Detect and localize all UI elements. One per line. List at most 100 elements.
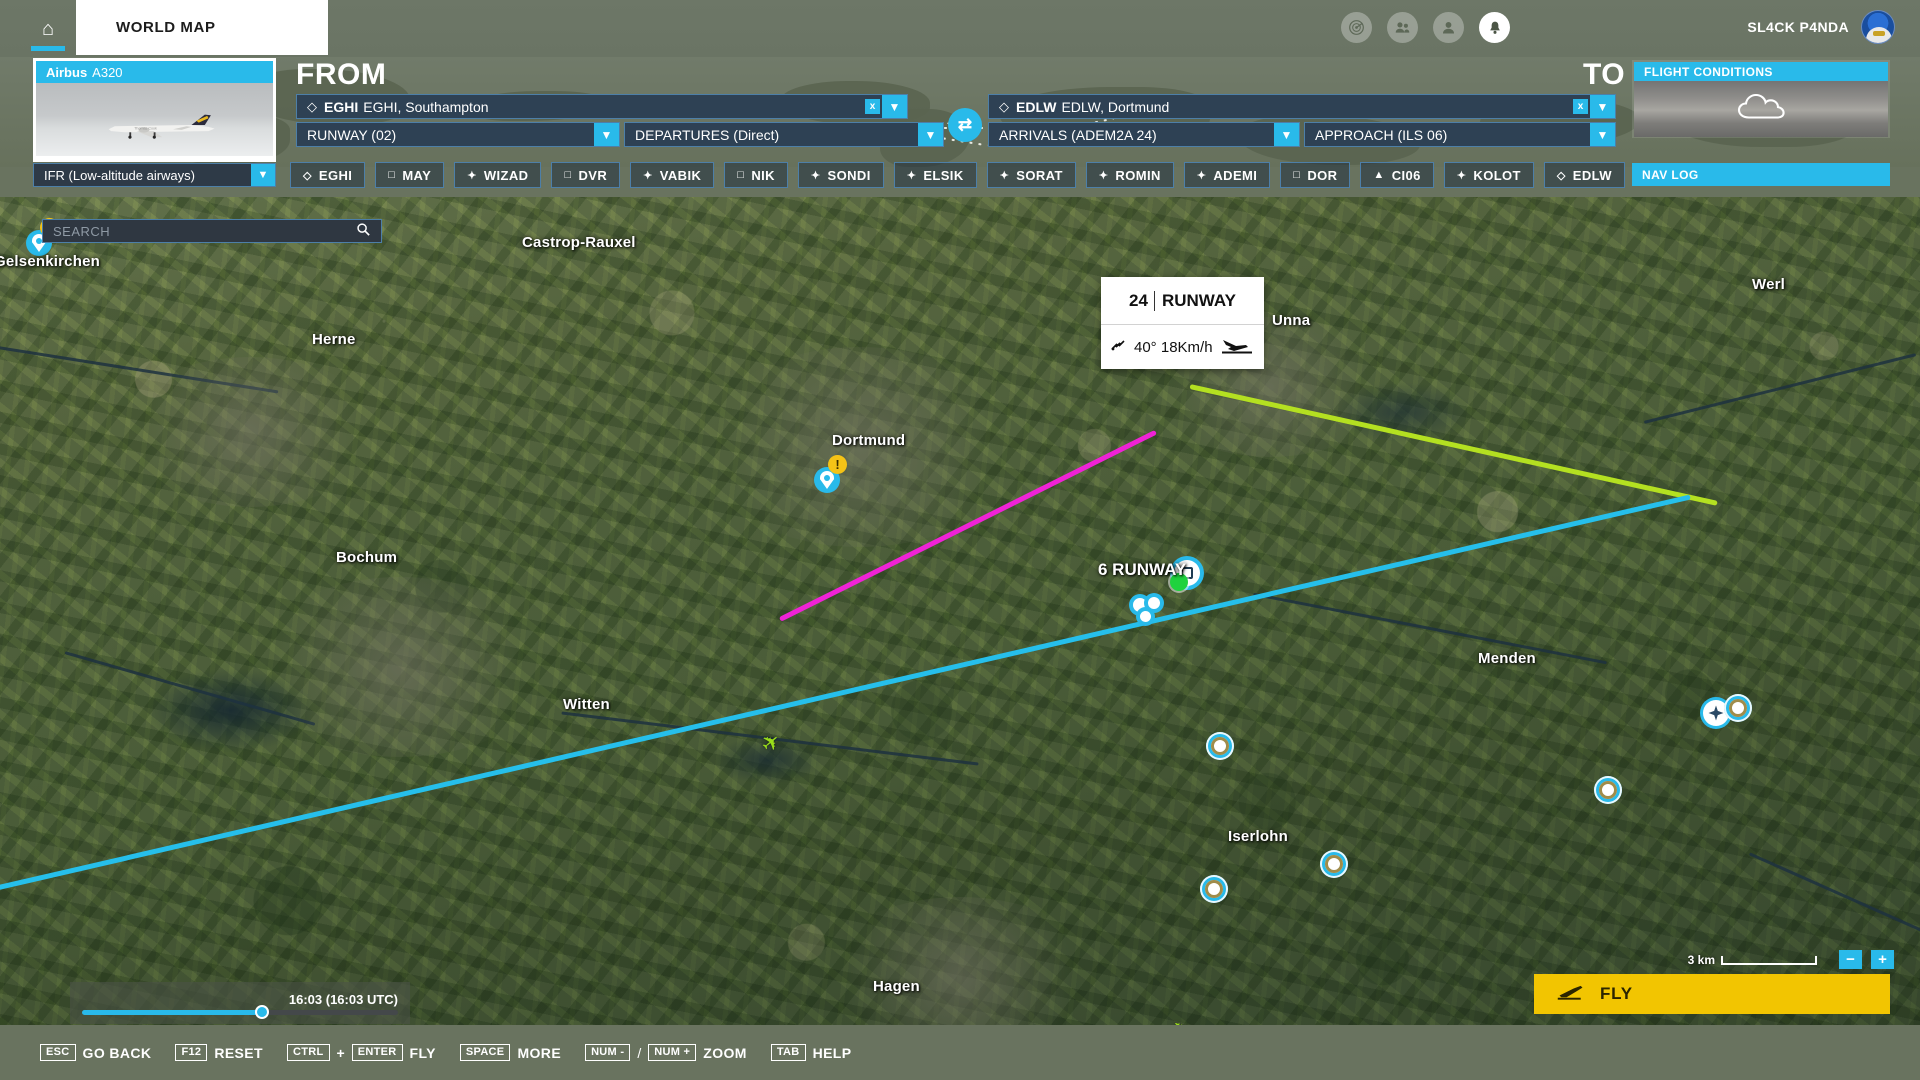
waypoint-chip-eghi[interactable]: ◇ EGHI [290, 162, 366, 188]
to-airport-dropdown-caret[interactable]: ▼ [1590, 95, 1615, 118]
world-map-canvas[interactable]: ! ! ✈ ✈ Gelsenkirchen Castrop-Rauxel Her… [0, 197, 1920, 1057]
svg-text:Thomas Cook: Thomas Cook [134, 126, 157, 130]
vor-hex [1729, 699, 1747, 717]
map-scale-ruler [1721, 955, 1817, 965]
waypoint-chip-sorat[interactable]: ✦ SORAT [986, 162, 1076, 188]
aircraft-card[interactable]: Airbus A320 Thomas Cook [33, 58, 276, 162]
flight-plan-type-caret[interactable]: ▼ [251, 164, 275, 186]
fly-button[interactable]: FLY [1534, 974, 1890, 1014]
airport-diamond-icon: ◇ [307, 98, 317, 114]
tab-world-map[interactable]: WORLD MAP [76, 0, 328, 55]
warning-badge[interactable]: ! [828, 455, 847, 474]
runway-tooltip-header: 24 RUNWAY [1101, 277, 1264, 325]
vor-marker[interactable] [1320, 850, 1348, 878]
taxi-node-marker[interactable] [1140, 611, 1151, 622]
hint-more[interactable]: SPACE MORE [459, 1044, 561, 1061]
profile-icon[interactable] [1433, 12, 1464, 43]
waypoint-chip-romin[interactable]: ✦ ROMIN [1085, 162, 1174, 188]
waypoint-glyph: □ [1293, 169, 1301, 181]
taxi-node-marker[interactable] [1148, 597, 1160, 609]
to-approach-field[interactable]: APPROACH (ILS 06) ▼ [1304, 122, 1616, 147]
runway-tooltip[interactable]: 24 RUNWAY 40° 18Km/h [1101, 277, 1264, 369]
hint-go-back[interactable]: ESC GO BACK [40, 1044, 151, 1061]
zoom-out-button[interactable]: − [1839, 950, 1862, 969]
search-icon[interactable] [356, 222, 371, 240]
vor-hex [1205, 880, 1223, 898]
waypoint-label: EGHI [318, 167, 353, 183]
hint-zoom[interactable]: NUM - / NUM + ZOOM [585, 1044, 747, 1061]
hint-fly[interactable]: CTRL + ENTER FLY [287, 1044, 436, 1061]
waypoint-chip-sondi[interactable]: ✦ SONDI [797, 162, 884, 188]
key-esc: ESC [40, 1044, 76, 1061]
from-departure-value: DEPARTURES (Direct) [635, 126, 780, 143]
waypoint-chip-edlw[interactable]: ◇ EDLW [1543, 162, 1625, 188]
city-label: Menden [1478, 650, 1536, 667]
from-departure-field[interactable]: DEPARTURES (Direct) ▼ [624, 122, 944, 147]
waypoint-label: SORAT [1016, 167, 1063, 183]
time-slider-fill [82, 1009, 263, 1015]
flight-conditions-preview [1634, 81, 1888, 137]
user-block[interactable]: SL4CK P4NDA [1747, 10, 1895, 44]
from-airport-dropdown-caret[interactable]: ▼ [882, 95, 907, 118]
waypoint-label: VABIK [659, 167, 702, 183]
time-of-day-slider[interactable]: 16:03 (16:03 UTC) [70, 982, 410, 1024]
map-scale-bar: 3 km [1688, 953, 1817, 967]
swap-from-to-button[interactable]: ⇄ [948, 108, 982, 142]
from-runway-field[interactable]: RUNWAY (02) ▼ [296, 122, 620, 147]
to-approach-value: APPROACH (ILS 06) [1315, 126, 1448, 143]
home-icon: ⌂ [41, 18, 55, 40]
to-clear-button[interactable]: x [1573, 99, 1588, 114]
to-arrival-field[interactable]: ARRIVALS (ADEM2A 24) ▼ [988, 122, 1300, 147]
nav-log-button[interactable]: NAV LOG [1632, 163, 1890, 186]
radar-icon[interactable] [1341, 12, 1372, 43]
waypoint-chip-ademi[interactable]: ✦ ADEMI [1183, 162, 1271, 188]
waypoint-chip-may[interactable]: □ MAY [375, 162, 445, 188]
waypoint-chip-ci06[interactable]: ▲ CI06 [1360, 162, 1434, 188]
aircraft-thumbnail: Thomas Cook [36, 83, 273, 156]
from-airport-code: EGHI [324, 98, 359, 115]
waypoint-glyph: ✦ [906, 169, 917, 182]
waypoint-chip-kolot[interactable]: ✦ KOLOT [1443, 162, 1534, 188]
from-departure-dropdown-caret[interactable]: ▼ [918, 123, 943, 146]
waypoint-chip-nik[interactable]: □ NIK [724, 162, 788, 188]
flight-conditions-panel[interactable]: FLIGHT CONDITIONS [1632, 60, 1890, 138]
from-runway-dropdown-caret[interactable]: ▼ [594, 123, 619, 146]
waypoint-glyph: ✦ [810, 169, 821, 182]
to-airport-field[interactable]: ◇ EDLW EDLW, Dortmund x ▼ [988, 94, 1616, 119]
taxi-node-marker[interactable] [1133, 598, 1147, 612]
to-approach-dropdown-caret[interactable]: ▼ [1590, 123, 1615, 146]
waypoint-label: CI06 [1391, 167, 1421, 183]
flight-plan-type-select[interactable]: IFR (Low-altitude airways) ▼ [33, 163, 276, 187]
vor-marker[interactable] [1594, 776, 1622, 804]
time-slider-track[interactable] [82, 1005, 398, 1019]
hint-reset[interactable]: F12 RESET [175, 1044, 263, 1061]
city-label: Iserlohn [1228, 828, 1288, 845]
windsock-glyph [1111, 340, 1125, 351]
vor-marker[interactable] [1724, 694, 1752, 722]
waypoint-chip-elsik[interactable]: ✦ ELSIK [893, 162, 977, 188]
vor-marker[interactable] [1200, 875, 1228, 903]
waypoint-chip-dvr[interactable]: □ DVR [551, 162, 621, 188]
hint-help[interactable]: TAB HELP [770, 1044, 852, 1061]
notifications-icon[interactable] [1479, 12, 1510, 43]
waypoint-chip-dor[interactable]: □ DOR [1280, 162, 1351, 188]
vor-marker[interactable] [1206, 732, 1234, 760]
from-clear-button[interactable]: x [865, 99, 880, 114]
home-tab[interactable]: ⌂ [30, 18, 66, 56]
to-arrival-dropdown-caret[interactable]: ▼ [1274, 123, 1299, 146]
aircraft-manufacturer: Airbus [46, 64, 88, 80]
avatar[interactable] [1861, 10, 1895, 44]
waypoint-chip-vabik[interactable]: ✦ VABIK [630, 162, 715, 188]
waypoint-glyph: □ [737, 169, 745, 181]
friends-icon[interactable] [1387, 12, 1418, 43]
waypoint-chip-wizad[interactable]: ✦ WIZAD [454, 162, 542, 188]
time-slider-knob[interactable] [255, 1005, 270, 1019]
from-airport-field[interactable]: ◇ EGHI EGHI, Southampton x ▼ [296, 94, 908, 119]
windsock-icon [1111, 339, 1127, 355]
zoom-in-button[interactable]: + [1871, 950, 1894, 969]
to-airport-name: EDLW, Dortmund [1061, 98, 1170, 115]
search-input[interactable]: SEARCH [42, 219, 382, 243]
aircraft-card-header: Airbus A320 [36, 61, 273, 83]
profile-glyph [1442, 22, 1455, 34]
waypoint-glyph: □ [564, 169, 572, 181]
